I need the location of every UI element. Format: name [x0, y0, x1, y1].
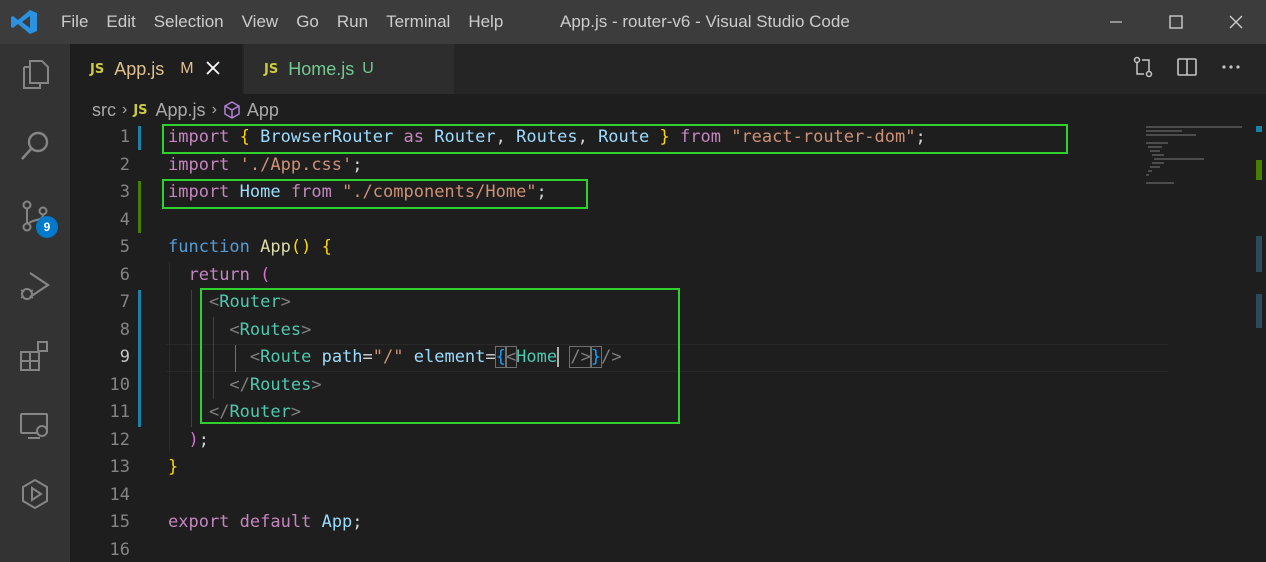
- close-tab-icon[interactable]: [205, 58, 220, 81]
- code-line: 14: [70, 482, 1190, 510]
- close-window-button[interactable]: [1206, 0, 1266, 44]
- code-text: export default App;: [168, 512, 363, 532]
- maximize-button[interactable]: [1146, 0, 1206, 44]
- line-number: 1: [119, 127, 130, 147]
- js-file-icon: JS: [133, 102, 148, 118]
- minimize-button[interactable]: [1086, 0, 1146, 44]
- menu-terminal[interactable]: Terminal: [377, 0, 459, 44]
- activity-bar: 9: [0, 44, 70, 562]
- menu-view[interactable]: View: [233, 0, 288, 44]
- scroll-marker: [1256, 126, 1262, 132]
- line-number: 12: [109, 429, 130, 450]
- line-number: 8: [119, 319, 130, 340]
- menu-selection[interactable]: Selection: [145, 0, 233, 44]
- chevron-right-icon: ›: [122, 101, 128, 118]
- line-number: 9: [119, 347, 130, 367]
- breadcrumb-file[interactable]: App.js: [156, 100, 206, 121]
- run-debug-icon[interactable]: [13, 264, 57, 308]
- menu-run[interactable]: Run: [328, 0, 377, 44]
- line-number: 7: [119, 292, 130, 312]
- remote-explorer-icon[interactable]: [13, 404, 57, 448]
- code-editor[interactable]: 1 import { BrowserRouter as Router, Rout…: [70, 124, 1266, 562]
- live-share-icon[interactable]: [13, 472, 57, 516]
- tab-home-js[interactable]: JS Home.js U: [244, 44, 454, 94]
- code-text: function App() {: [168, 237, 332, 257]
- menu-file[interactable]: File: [52, 0, 97, 44]
- tab-app-js[interactable]: JS App.js M: [70, 44, 242, 94]
- maximize-icon: [1169, 15, 1183, 29]
- code-line: 12 );: [70, 427, 1190, 455]
- window-controls: [1086, 0, 1266, 44]
- chevron-right-icon: ›: [211, 101, 217, 118]
- scroll-marker: [1256, 236, 1262, 272]
- line-number: 5: [119, 237, 130, 257]
- line-number: 10: [109, 374, 130, 395]
- source-control-badge: 9: [36, 216, 58, 238]
- window-title: App.js - router-v6 - Visual Studio Code: [560, 12, 850, 31]
- js-file-icon: JS: [264, 61, 279, 77]
- highlight-box-router-jsx: [200, 288, 680, 424]
- line-number: 16: [109, 539, 130, 560]
- breadcrumb: src › JS App.js › App: [92, 96, 279, 124]
- breadcrumb-symbol[interactable]: App: [247, 100, 279, 121]
- close-icon: [1229, 15, 1243, 29]
- scroll-marker: [1256, 294, 1262, 328]
- line-number: 3: [119, 182, 130, 202]
- code-line: 15 export default App;: [70, 509, 1190, 537]
- tab-label: App.js: [114, 58, 165, 79]
- line-number: 14: [109, 484, 130, 505]
- symbol-component-icon: [224, 101, 240, 119]
- code-line: 13 }: [70, 454, 1190, 482]
- tab-label: Home.js: [288, 58, 355, 79]
- code-line: 4: [70, 207, 1190, 235]
- tab-bar: JS App.js M JS Home.js U: [70, 44, 1266, 94]
- title-bar: File Edit Selection View Go Run Terminal…: [0, 0, 1266, 44]
- editor-actions: [1132, 56, 1242, 78]
- code-line: 6 return (: [70, 262, 1190, 290]
- vscode-logo-icon: [11, 10, 37, 34]
- code-text: import './App.css';: [168, 154, 363, 175]
- extensions-icon[interactable]: [13, 334, 57, 378]
- modified-indicator: M: [180, 60, 194, 77]
- scroll-marker: [1256, 160, 1262, 180]
- search-icon[interactable]: [13, 124, 57, 168]
- explorer-icon[interactable]: [13, 52, 57, 96]
- code-text: return (: [188, 264, 271, 285]
- menu-edit[interactable]: Edit: [97, 0, 144, 44]
- code-line: 2 import './App.css';: [70, 152, 1190, 180]
- highlight-box-import-router: [162, 124, 1068, 154]
- code-text: }: [168, 457, 179, 477]
- highlight-box-import-home: [162, 179, 588, 209]
- vertical-scrollbar[interactable]: [1252, 124, 1266, 562]
- code-line: 5 function App() {: [70, 234, 1190, 262]
- breadcrumb-folder[interactable]: src: [92, 100, 116, 121]
- menu-go[interactable]: Go: [287, 0, 328, 44]
- menu-bar: File Edit Selection View Go Run Terminal…: [52, 0, 512, 44]
- line-number: 2: [119, 154, 130, 175]
- line-number: 4: [119, 209, 130, 230]
- code-line: 16: [70, 537, 1190, 562]
- js-file-icon: JS: [90, 61, 105, 77]
- more-actions-icon[interactable]: [1220, 56, 1242, 78]
- menu-help[interactable]: Help: [459, 0, 512, 44]
- line-number: 11: [109, 402, 130, 422]
- line-number: 13: [109, 457, 130, 477]
- minimize-icon: [1110, 21, 1122, 23]
- open-changes-icon[interactable]: [1132, 56, 1154, 78]
- code-text: );: [188, 429, 209, 450]
- untracked-indicator: U: [362, 60, 374, 77]
- line-number: 15: [109, 512, 130, 532]
- split-editor-icon[interactable]: [1176, 56, 1198, 78]
- line-number: 6: [119, 264, 130, 285]
- minimap[interactable]: [1146, 124, 1252, 184]
